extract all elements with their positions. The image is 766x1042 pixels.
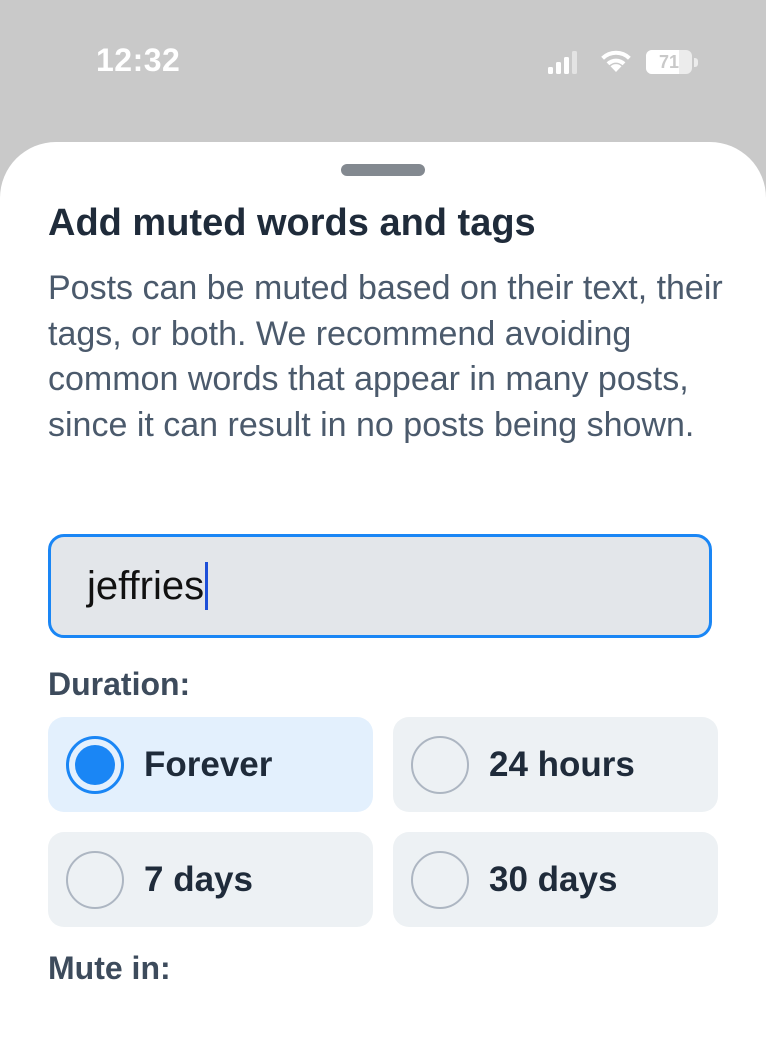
muted-word-input[interactable]: jeffries (48, 534, 712, 638)
duration-label: Duration: (48, 666, 191, 702)
duration-option-label: 30 days (489, 860, 618, 899)
cellular-signal-icon (548, 51, 577, 74)
duration-option-30-days[interactable]: 30 days (393, 832, 718, 927)
mute-in-label: Mute in: (48, 950, 171, 986)
radio-selected-dot (75, 745, 115, 785)
battery-percentage: 71 (658, 52, 680, 72)
duration-option-label: Forever (144, 745, 273, 784)
duration-option-24-hours[interactable]: 24 hours (393, 717, 718, 812)
muted-words-sheet: Add muted words and tags Posts can be mu… (0, 142, 766, 1042)
sheet-drag-handle[interactable] (341, 164, 425, 176)
radio-button-icon[interactable] (66, 736, 124, 794)
radio-button-icon[interactable] (411, 736, 469, 794)
status-bar: 12:32 71 (0, 0, 766, 130)
duration-option-label: 7 days (144, 860, 253, 899)
battery-icon: 71 (646, 50, 698, 74)
sheet-title: Add muted words and tags (48, 202, 536, 244)
wifi-icon (601, 50, 631, 72)
status-time: 12:32 (96, 42, 181, 78)
muted-word-input-value: jeffries (87, 563, 205, 608)
sheet-description: Posts can be muted based on their text, … (48, 269, 723, 444)
duration-option-label: 24 hours (489, 745, 635, 784)
radio-button-icon[interactable] (411, 851, 469, 909)
text-cursor (205, 562, 209, 610)
duration-option-forever[interactable]: Forever (48, 717, 373, 812)
radio-button-icon[interactable] (66, 851, 124, 909)
duration-option-7-days[interactable]: 7 days (48, 832, 373, 927)
